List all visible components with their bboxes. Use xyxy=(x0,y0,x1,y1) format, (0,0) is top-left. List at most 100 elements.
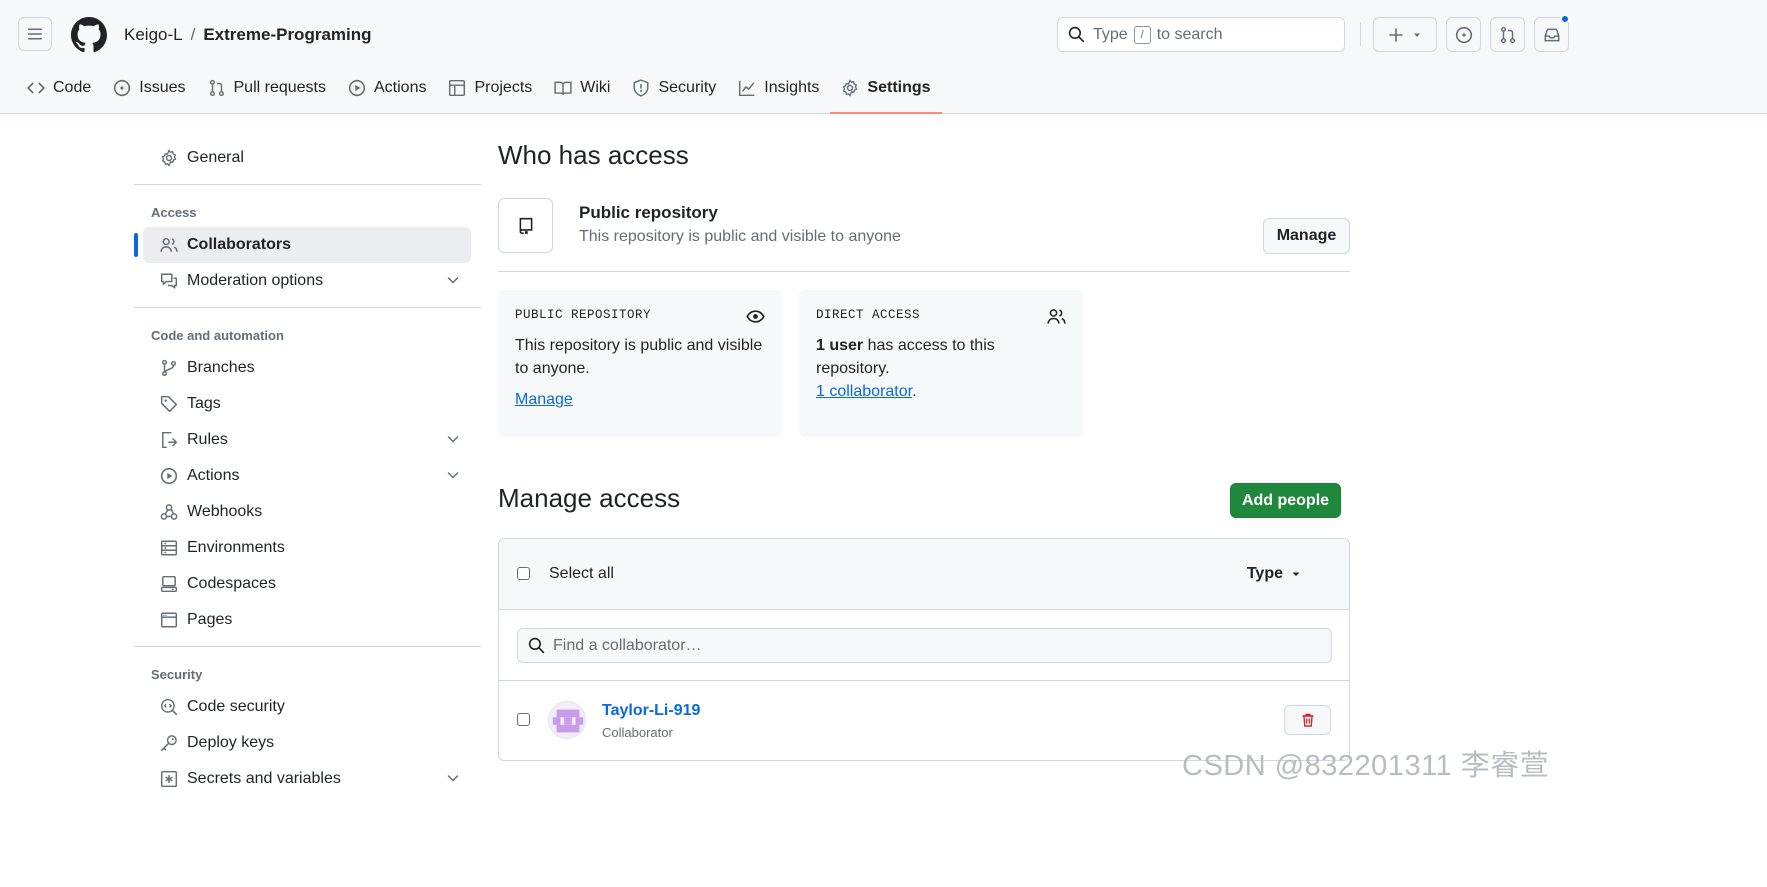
tab-insights[interactable]: Insights xyxy=(727,70,830,106)
create-new-button[interactable] xyxy=(1373,17,1437,52)
issue-icon xyxy=(114,79,131,97)
tab-label: Security xyxy=(658,79,717,96)
graph-icon xyxy=(739,80,755,97)
period: . xyxy=(912,383,917,400)
sidebar-item-actions[interactable]: Actions xyxy=(143,458,471,494)
type-filter-label: Type xyxy=(1246,565,1283,582)
notification-indicator xyxy=(1560,14,1570,24)
sidebar-item-tags[interactable]: Tags xyxy=(143,386,471,422)
manage-link[interactable]: Manage xyxy=(515,391,765,409)
branch-icon xyxy=(161,359,177,377)
tab-wiki[interactable]: Wiki xyxy=(543,70,621,106)
user-count: 1 user xyxy=(816,337,864,354)
row-checkbox[interactable] xyxy=(517,713,530,726)
add-people-button[interactable]: Add people xyxy=(1230,483,1341,518)
book-icon xyxy=(554,81,572,95)
manage-access-header: Manage access Add people xyxy=(498,483,1350,523)
play-icon xyxy=(160,467,178,485)
type-filter-dropdown[interactable]: Type xyxy=(1247,565,1301,583)
tab-issues[interactable]: Issues xyxy=(102,70,196,106)
sidebar-item-label: Webhooks xyxy=(187,503,263,520)
visibility-row: Public repository This repository is pub… xyxy=(498,198,1350,272)
sidebar-item-label: Pages xyxy=(187,611,233,628)
tab-security[interactable]: Security xyxy=(621,70,727,106)
tag-icon xyxy=(160,395,178,413)
remove-collaborator-button[interactable] xyxy=(1284,705,1331,735)
page-title: Who has access xyxy=(498,140,689,170)
repo-nav: Code Issues Pull requests Actions Projec… xyxy=(16,70,942,114)
repo-header: Keigo-L / Extreme-Programing Type / to s… xyxy=(0,0,1767,114)
sidebar-heading-code: Code and automation xyxy=(151,327,284,343)
sidebar-item-branches[interactable]: Branches xyxy=(143,350,471,386)
sidebar-item-pages[interactable]: Pages xyxy=(143,602,471,638)
repo-link[interactable]: Extreme-Programing xyxy=(203,25,371,45)
browser-icon xyxy=(160,612,178,628)
pull-requests-button[interactable] xyxy=(1490,17,1525,52)
tab-actions[interactable]: Actions xyxy=(337,70,437,106)
issues-button[interactable] xyxy=(1446,17,1481,52)
tab-label: Settings xyxy=(867,79,931,96)
menu-button[interactable] xyxy=(18,17,52,51)
sidebar-divider xyxy=(134,646,481,647)
breadcrumb-separator: / xyxy=(190,25,196,44)
main-content: Who has access Public repository This re… xyxy=(498,140,1350,761)
tab-projects[interactable]: Projects xyxy=(437,70,543,106)
manage-access-title: Manage access xyxy=(498,483,681,513)
find-collaborator-input[interactable]: Find a collaborator… xyxy=(517,628,1332,663)
hamburger-icon xyxy=(28,28,42,40)
tab-label: Pull requests xyxy=(233,79,327,96)
caret-down-icon xyxy=(1292,572,1300,576)
sidebar-item-collaborators[interactable]: Collaborators xyxy=(134,227,471,263)
sidebar-item-label: Secrets and variables xyxy=(187,770,341,787)
sidebar-item-label: Moderation options xyxy=(187,272,324,289)
sidebar-item-secrets[interactable]: Secrets and variables xyxy=(143,761,471,797)
chevron-down-icon xyxy=(447,436,459,443)
tab-settings[interactable]: Settings xyxy=(830,70,942,114)
tab-label: Insights xyxy=(764,79,820,96)
sidebar-item-moderation[interactable]: Moderation options xyxy=(143,263,471,299)
sidebar-item-general[interactable]: General xyxy=(143,140,471,176)
key-icon xyxy=(160,735,177,752)
breadcrumb: Keigo-L / Extreme-Programing xyxy=(124,25,372,45)
asterisk-icon xyxy=(160,770,178,788)
public-repository-card: PUBLIC REPOSITORY This repository is pub… xyxy=(498,290,782,437)
tab-label: Wiki xyxy=(580,79,611,96)
sidebar-item-rules[interactable]: Rules xyxy=(143,422,471,458)
play-icon xyxy=(348,79,366,97)
sidebar-item-codespaces[interactable]: Codespaces xyxy=(143,566,471,602)
sidebar-item-label: Actions xyxy=(187,467,240,484)
plus-icon xyxy=(1389,27,1403,42)
people-icon xyxy=(160,237,178,252)
search-input[interactable]: Type / to search xyxy=(1057,17,1345,52)
search-icon xyxy=(1068,26,1085,43)
direct-access-card: DIRECT ACCESS 1 user has access to this … xyxy=(799,290,1083,437)
select-all-checkbox[interactable] xyxy=(517,567,530,580)
sidebar-divider xyxy=(134,184,481,185)
sidebar-item-label: Collaborators xyxy=(187,236,292,253)
identicon-icon xyxy=(549,702,585,738)
shield-icon xyxy=(634,79,649,97)
tab-pull-requests[interactable]: Pull requests xyxy=(197,70,338,106)
manage-visibility-button[interactable]: Manage xyxy=(1263,218,1350,254)
sidebar-item-label: Deploy keys xyxy=(187,734,275,751)
avatar[interactable] xyxy=(548,701,586,739)
visibility-title: Public repository xyxy=(579,203,718,222)
sidebar-item-deploy-keys[interactable]: Deploy keys xyxy=(143,725,471,761)
watermark: CSDN @832201311 李睿萱 xyxy=(1182,750,1550,782)
search-icon xyxy=(528,637,545,654)
card-text: 1 user has access to this repository. 1 c… xyxy=(816,334,1066,403)
search-suffix: to search xyxy=(1156,25,1223,43)
sidebar-item-environments[interactable]: Environments xyxy=(143,530,471,566)
collaborator-name-link[interactable]: Taylor-Li-919 xyxy=(602,702,700,720)
repo-icon xyxy=(519,217,532,234)
tab-code[interactable]: Code xyxy=(16,70,102,106)
github-logo-icon[interactable] xyxy=(71,17,107,53)
owner-link[interactable]: Keigo-L xyxy=(124,25,183,45)
search-shortcut-key: / xyxy=(1133,25,1151,44)
rules-icon xyxy=(162,431,178,449)
sidebar-item-code-security[interactable]: Code security xyxy=(143,689,471,725)
collaborators-table: Select all Type Find a collaborator… Tay… xyxy=(498,538,1350,761)
sidebar-item-webhooks[interactable]: Webhooks xyxy=(143,494,471,530)
trash-icon xyxy=(1302,713,1313,727)
collaborator-count-link[interactable]: 1 collaborator xyxy=(816,383,912,400)
